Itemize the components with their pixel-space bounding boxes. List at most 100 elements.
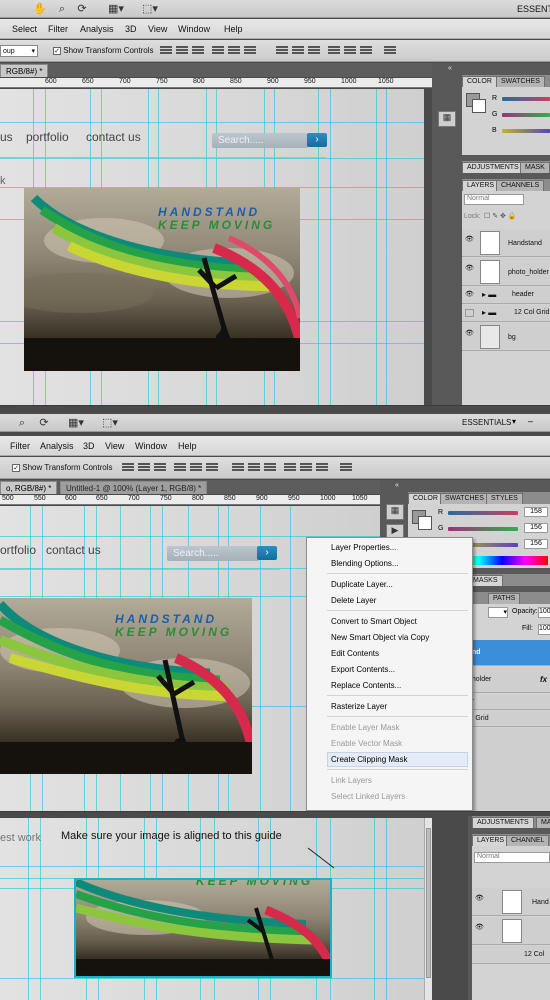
distribute-left-icon[interactable] [284, 462, 296, 473]
distribute-bottom-icon[interactable] [264, 462, 276, 473]
red-slider[interactable] [502, 97, 550, 101]
visibility-toggle-empty[interactable] [465, 309, 474, 317]
color-panel-icon[interactable]: ▦ [438, 111, 456, 127]
rotate-view-icon[interactable]: ⟳ [74, 2, 90, 16]
menu-window[interactable]: Window [178, 24, 210, 34]
show-transform-checkbox[interactable]: ✓ Show Transform Controls [53, 46, 154, 55]
tab-channels[interactable]: CHANNEL [506, 835, 550, 846]
rotate-view-icon[interactable]: ⟳ [36, 416, 52, 430]
align-left-icon[interactable] [212, 45, 224, 56]
align-right-icon[interactable] [206, 462, 218, 473]
arrange-docs-icon[interactable]: ▦▾ [108, 2, 124, 16]
menu-filter[interactable]: Filter [48, 24, 68, 34]
align-vcenter-icon[interactable] [176, 45, 188, 56]
show-transform-checkbox[interactable]: ✓ Show Transform Controls [12, 463, 113, 472]
layer-row-photo-holder[interactable]: 👁 [472, 917, 550, 945]
document-tab-active[interactable]: o, RGB/8#) * [0, 481, 58, 494]
fill-input[interactable]: 100 [538, 624, 550, 635]
tab-color[interactable]: COLOR [462, 76, 497, 87]
screen-mode-icon[interactable]: ⬚▾ [142, 2, 158, 16]
layer-row-handstand[interactable]: 👁 Handstand [462, 229, 550, 257]
nav-link-about[interactable]: us [0, 130, 13, 144]
menu-analysis[interactable]: Analysis [80, 24, 114, 34]
tab-swatches[interactable]: SWATCHES [496, 76, 545, 87]
align-bottom-icon[interactable] [192, 45, 204, 56]
distribute-left-icon[interactable] [328, 45, 340, 56]
tab-adjustments[interactable]: ADJUSTMENTS [462, 162, 524, 173]
tab-styles[interactable]: STYLES [486, 493, 523, 504]
tab-masks[interactable]: MASK [520, 162, 550, 173]
align-hcenter-icon[interactable] [190, 462, 202, 473]
tab-adjustments[interactable]: ADJUSTMENTS [472, 817, 534, 828]
distribute-top-icon[interactable] [276, 45, 288, 56]
blend-mode-dropdown[interactable]: Normal [474, 852, 550, 863]
menu-item-rasterize-layer[interactable]: Rasterize Layer [331, 702, 387, 711]
document-tab[interactable]: RGB/8#) * [0, 64, 49, 77]
blend-mode-dropdown[interactable]: Normal [464, 194, 524, 205]
menu-item-replace-contents[interactable]: Replace Contents... [331, 681, 401, 690]
layer-group-header[interactable]: 👁 ▸ ▬ header [462, 287, 550, 304]
visibility-eye-icon[interactable]: 👁 [465, 265, 474, 272]
tab-masks[interactable]: MASKS [468, 575, 503, 586]
align-bottom-icon[interactable] [154, 462, 166, 473]
workspace-switcher[interactable]: ESSENTIALS [462, 418, 511, 427]
menu-item-convert-smart-object[interactable]: Convert to Smart Object [331, 617, 417, 626]
tab-swatches[interactable]: SWATCHES [440, 493, 489, 504]
distribute-hcenter-icon[interactable] [344, 45, 356, 56]
menu-item-blending-options[interactable]: Blending Options... [331, 559, 399, 568]
menu-filter[interactable]: Filter [10, 441, 30, 451]
background-color-swatch[interactable] [472, 99, 486, 113]
blend-mode-dropdown[interactable]: ▾ [488, 607, 508, 618]
blue-slider[interactable] [502, 129, 550, 133]
align-vcenter-icon[interactable] [138, 462, 150, 473]
distribute-vcenter-icon[interactable] [248, 462, 260, 473]
align-left-icon[interactable] [174, 462, 186, 473]
menu-item-create-clipping-mask[interactable]: Create Clipping Mask [331, 755, 407, 764]
menu-item-duplicate-layer[interactable]: Duplicate Layer... [331, 580, 393, 589]
vertical-scrollbar[interactable] [424, 818, 432, 1000]
auto-align-icon[interactable] [384, 45, 396, 56]
distribute-bottom-icon[interactable] [308, 45, 320, 56]
layer-group-grid[interactable]: 12 Col [472, 946, 550, 964]
menu-item-new-smart-object-copy[interactable]: New Smart Object via Copy [331, 633, 429, 642]
nav-link-portfolio[interactable]: portfolio [26, 130, 69, 144]
chevron-down-icon[interactable]: ▾ [512, 417, 516, 426]
green-slider[interactable] [448, 527, 518, 531]
scrollbar-thumb[interactable] [426, 828, 431, 978]
opacity-input[interactable]: 100 [538, 607, 550, 618]
auto-align-icon[interactable] [340, 462, 352, 473]
align-right-icon[interactable] [244, 45, 256, 56]
menu-item-delete-layer[interactable]: Delete Layer [331, 596, 376, 605]
zoom-icon[interactable]: ⌕ [14, 416, 30, 430]
visibility-eye-icon[interactable]: 👁 [465, 291, 474, 298]
layer-row-handstand[interactable]: 👁 Hand [472, 888, 550, 916]
tab-color[interactable]: COLOR [408, 493, 443, 504]
green-value-field[interactable]: 156 [524, 523, 548, 533]
align-hcenter-icon[interactable] [228, 45, 240, 56]
collapse-panels-icon[interactable]: « [395, 482, 399, 489]
zoom-icon[interactable]: ⌕ [54, 2, 70, 16]
fx-icon[interactable]: fx [540, 675, 547, 684]
hand-icon[interactable]: ✋ [32, 2, 48, 16]
layer-group-grid[interactable]: ▸ ▬ 12 Col Grid [462, 305, 550, 322]
layer-row-bg[interactable]: 👁 bg [462, 323, 550, 351]
menu-help[interactable]: Help [224, 24, 243, 34]
visibility-eye-icon[interactable]: 👁 [475, 895, 484, 902]
layer-row-photo-holder[interactable]: 👁 photo_holder [462, 258, 550, 286]
collapse-panels-icon[interactable]: « [448, 65, 452, 72]
blue-value-field[interactable]: 156 [524, 539, 548, 549]
search-button[interactable]: › [307, 133, 327, 147]
distribute-right-icon[interactable] [316, 462, 328, 473]
green-slider[interactable] [502, 113, 550, 117]
lock-icons[interactable]: ☐ ✎ ✥ 🔒 [484, 212, 517, 220]
arrange-docs-icon[interactable]: ▦▾ [68, 416, 84, 430]
menu-view[interactable]: View [148, 24, 167, 34]
menu-3d[interactable]: 3D [125, 24, 137, 34]
document-canvas[interactable]: est work Make sure your image is aligned… [0, 818, 432, 1000]
document-canvas[interactable]: us portfolio contact us Search..... › k … [0, 89, 424, 405]
menu-window[interactable]: Window [135, 441, 167, 451]
distribute-top-icon[interactable] [232, 462, 244, 473]
distribute-hcenter-icon[interactable] [300, 462, 312, 473]
align-top-icon[interactable] [122, 462, 134, 473]
tab-layers[interactable]: LAYERS [462, 180, 500, 191]
